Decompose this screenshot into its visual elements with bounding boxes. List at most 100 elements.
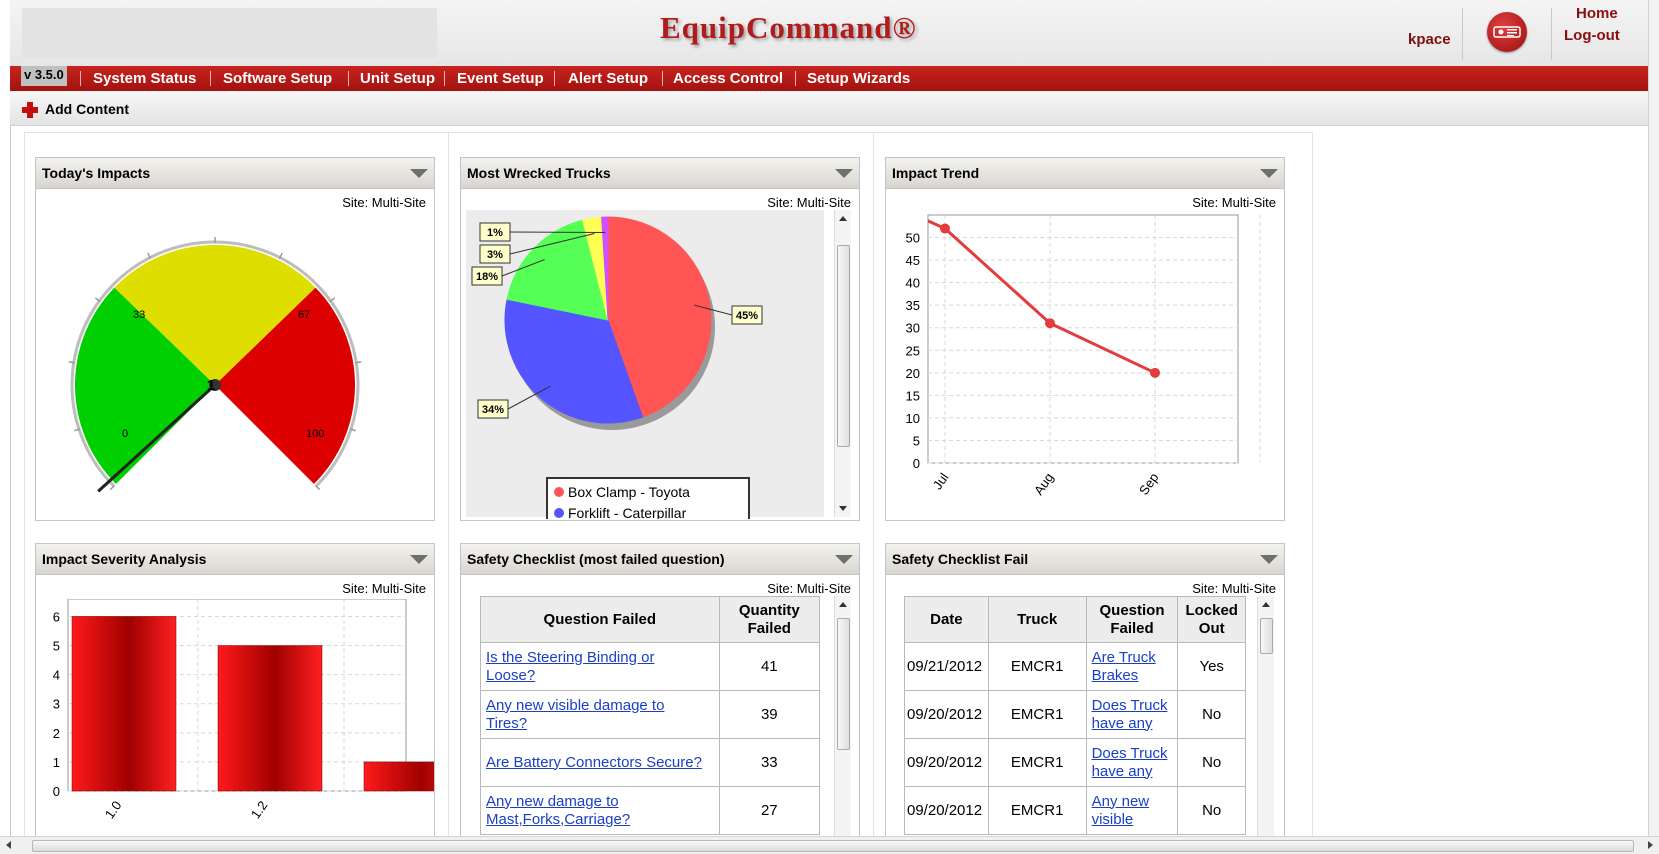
- panel-menu-icon[interactable]: [835, 555, 853, 564]
- impact-trend-panel: Impact Trend Site: Multi-Site 0510152025…: [885, 157, 1285, 521]
- scroll-right-icon[interactable]: [1648, 841, 1653, 849]
- gauge-label-67: 67: [298, 309, 310, 321]
- question-link[interactable]: Does Truckhave any: [1086, 739, 1178, 787]
- gauge-value: 1: [207, 377, 215, 394]
- safety-question-table: Question Failed Quantity Failed Is the S…: [480, 596, 820, 835]
- panel-title: Safety Checklist Fail: [892, 551, 1028, 567]
- scroll-left-icon[interactable]: [6, 841, 11, 849]
- site-label: Site: Multi-Site: [767, 195, 851, 210]
- bar: [72, 616, 176, 791]
- nav-access-control[interactable]: Access Control: [673, 70, 783, 87]
- table-row: 09/20/2012 EMCR1 Does Truckhave any No: [905, 739, 1246, 787]
- panel-menu-icon[interactable]: [410, 555, 428, 564]
- truck-cell: EMCR1: [988, 643, 1086, 691]
- x-tick-label: 1.2: [248, 798, 271, 821]
- gauge-chart: 336701001: [36, 198, 434, 518]
- locked-out-cell: No: [1178, 691, 1246, 739]
- legend-item: Forklift - Caterpillar: [554, 505, 686, 519]
- quantity-cell: 41: [719, 643, 819, 691]
- column-header[interactable]: Date: [905, 597, 989, 643]
- add-icon[interactable]: [22, 102, 38, 118]
- legend-item: Box Clamp - Toyota: [554, 484, 690, 500]
- y-tick-label: 1: [53, 755, 60, 770]
- question-link[interactable]: Any new visible damage toTires?: [481, 691, 720, 739]
- scroll-up-icon[interactable]: [839, 216, 847, 221]
- page-horizontal-scrollbar[interactable]: [0, 836, 1659, 854]
- nav-system-status[interactable]: System Status: [93, 70, 196, 87]
- column-header[interactable]: Truck: [988, 597, 1086, 643]
- question-link[interactable]: Any newvisible: [1086, 787, 1178, 835]
- panel-header[interactable]: Today's Impacts: [36, 158, 434, 189]
- nav-alert-setup[interactable]: Alert Setup: [568, 70, 648, 87]
- scroll-thumb[interactable]: [837, 245, 850, 447]
- app-badge-icon: [1487, 12, 1527, 52]
- logout-link[interactable]: Log-out: [1564, 27, 1620, 44]
- pie-scrollbar[interactable]: [834, 210, 851, 517]
- version-label: v 3.5.0: [21, 66, 67, 86]
- panel-header[interactable]: Safety Checklist Fail: [886, 544, 1284, 575]
- quantity-cell: 33: [719, 739, 819, 787]
- legend-label: Forklift - Caterpillar: [568, 505, 686, 519]
- site-label: Site: Multi-Site: [342, 581, 426, 596]
- question-link[interactable]: Any new damage toMast,Forks,Carriage?: [481, 787, 720, 835]
- panel-header[interactable]: Impact Trend: [886, 158, 1284, 189]
- panel-header[interactable]: Impact Severity Analysis: [36, 544, 434, 575]
- question-link[interactable]: Are TruckBrakes: [1086, 643, 1178, 691]
- gauge-label-0: 0: [122, 428, 128, 440]
- line-chart: 05101520253035404550JulAugSep: [886, 210, 1284, 520]
- panel-header[interactable]: Safety Checklist (most failed question): [461, 544, 859, 575]
- safety-checklist-fail-panel: Safety Checklist Fail Site: Multi-Site D…: [885, 543, 1285, 844]
- home-link[interactable]: Home: [1576, 5, 1618, 22]
- brand-logo: EquipCommand®: [660, 10, 917, 46]
- page-vertical-scrollbar[interactable]: [1648, 0, 1659, 836]
- table-row: 09/21/2012 EMCR1 Are TruckBrakes Yes: [905, 643, 1246, 691]
- panel-menu-icon[interactable]: [1260, 169, 1278, 178]
- table-row: Any new visible damage toTires? 39: [481, 691, 820, 739]
- legend-label: Box Clamp - Toyota: [568, 484, 690, 500]
- question-link[interactable]: Does Truckhave any: [1086, 691, 1178, 739]
- y-tick-label: 3: [53, 697, 60, 712]
- pie-legend: Box Clamp - Toyota Forklift - Caterpilla…: [546, 477, 750, 519]
- scroll-up-icon[interactable]: [839, 602, 847, 607]
- locked-out-cell: Yes: [1178, 643, 1246, 691]
- locked-out-cell: No: [1178, 739, 1246, 787]
- nav-unit-setup[interactable]: Unit Setup: [360, 70, 435, 87]
- y-tick-label: 45: [906, 253, 920, 268]
- column-header[interactable]: Question Failed: [481, 597, 720, 643]
- column-header[interactable]: Locked Out: [1178, 597, 1246, 643]
- column-header[interactable]: Quantity Failed: [719, 597, 819, 643]
- pie-slice-label: 1%: [487, 227, 503, 239]
- question-link[interactable]: Is the Steering Binding orLoose?: [481, 643, 720, 691]
- legend-swatch: [554, 487, 564, 497]
- pie-slice-label: 3%: [487, 249, 503, 261]
- scroll-thumb[interactable]: [1260, 618, 1273, 654]
- scroll-thumb[interactable]: [32, 840, 1634, 852]
- scroll-down-icon[interactable]: [839, 506, 847, 511]
- nav-setup-wizards[interactable]: Setup Wizards: [807, 70, 910, 87]
- nav-separator: [80, 71, 81, 86]
- header-divider: [1462, 8, 1463, 60]
- table-scrollbar[interactable]: [834, 596, 851, 844]
- table-row: Any new damage toMast,Forks,Carriage? 27: [481, 787, 820, 835]
- question-link[interactable]: Are Battery Connectors Secure?: [481, 739, 720, 787]
- y-tick-label: 10: [906, 411, 920, 426]
- bar: [364, 762, 434, 791]
- nav-event-setup[interactable]: Event Setup: [457, 70, 544, 87]
- site-label: Site: Multi-Site: [1192, 195, 1276, 210]
- panel-title: Today's Impacts: [42, 165, 150, 181]
- add-content-button[interactable]: Add Content: [45, 101, 129, 117]
- table-header-row: Question Failed Quantity Failed: [481, 597, 820, 643]
- nav-separator: [795, 71, 796, 86]
- panel-header[interactable]: Most Wrecked Trucks: [461, 158, 859, 189]
- nav-software-setup[interactable]: Software Setup: [223, 70, 332, 87]
- column-header[interactable]: Question Failed: [1086, 597, 1178, 643]
- table-row: Is the Steering Binding orLoose? 41: [481, 643, 820, 691]
- panel-menu-icon[interactable]: [835, 169, 853, 178]
- scroll-thumb[interactable]: [837, 618, 850, 750]
- panel-menu-icon[interactable]: [410, 169, 428, 178]
- pie-slice-label: 34%: [482, 404, 504, 416]
- badge-glyph-icon: [1493, 25, 1521, 39]
- panel-menu-icon[interactable]: [1260, 555, 1278, 564]
- table-scrollbar[interactable]: [1257, 596, 1274, 844]
- scroll-up-icon[interactable]: [1262, 602, 1270, 607]
